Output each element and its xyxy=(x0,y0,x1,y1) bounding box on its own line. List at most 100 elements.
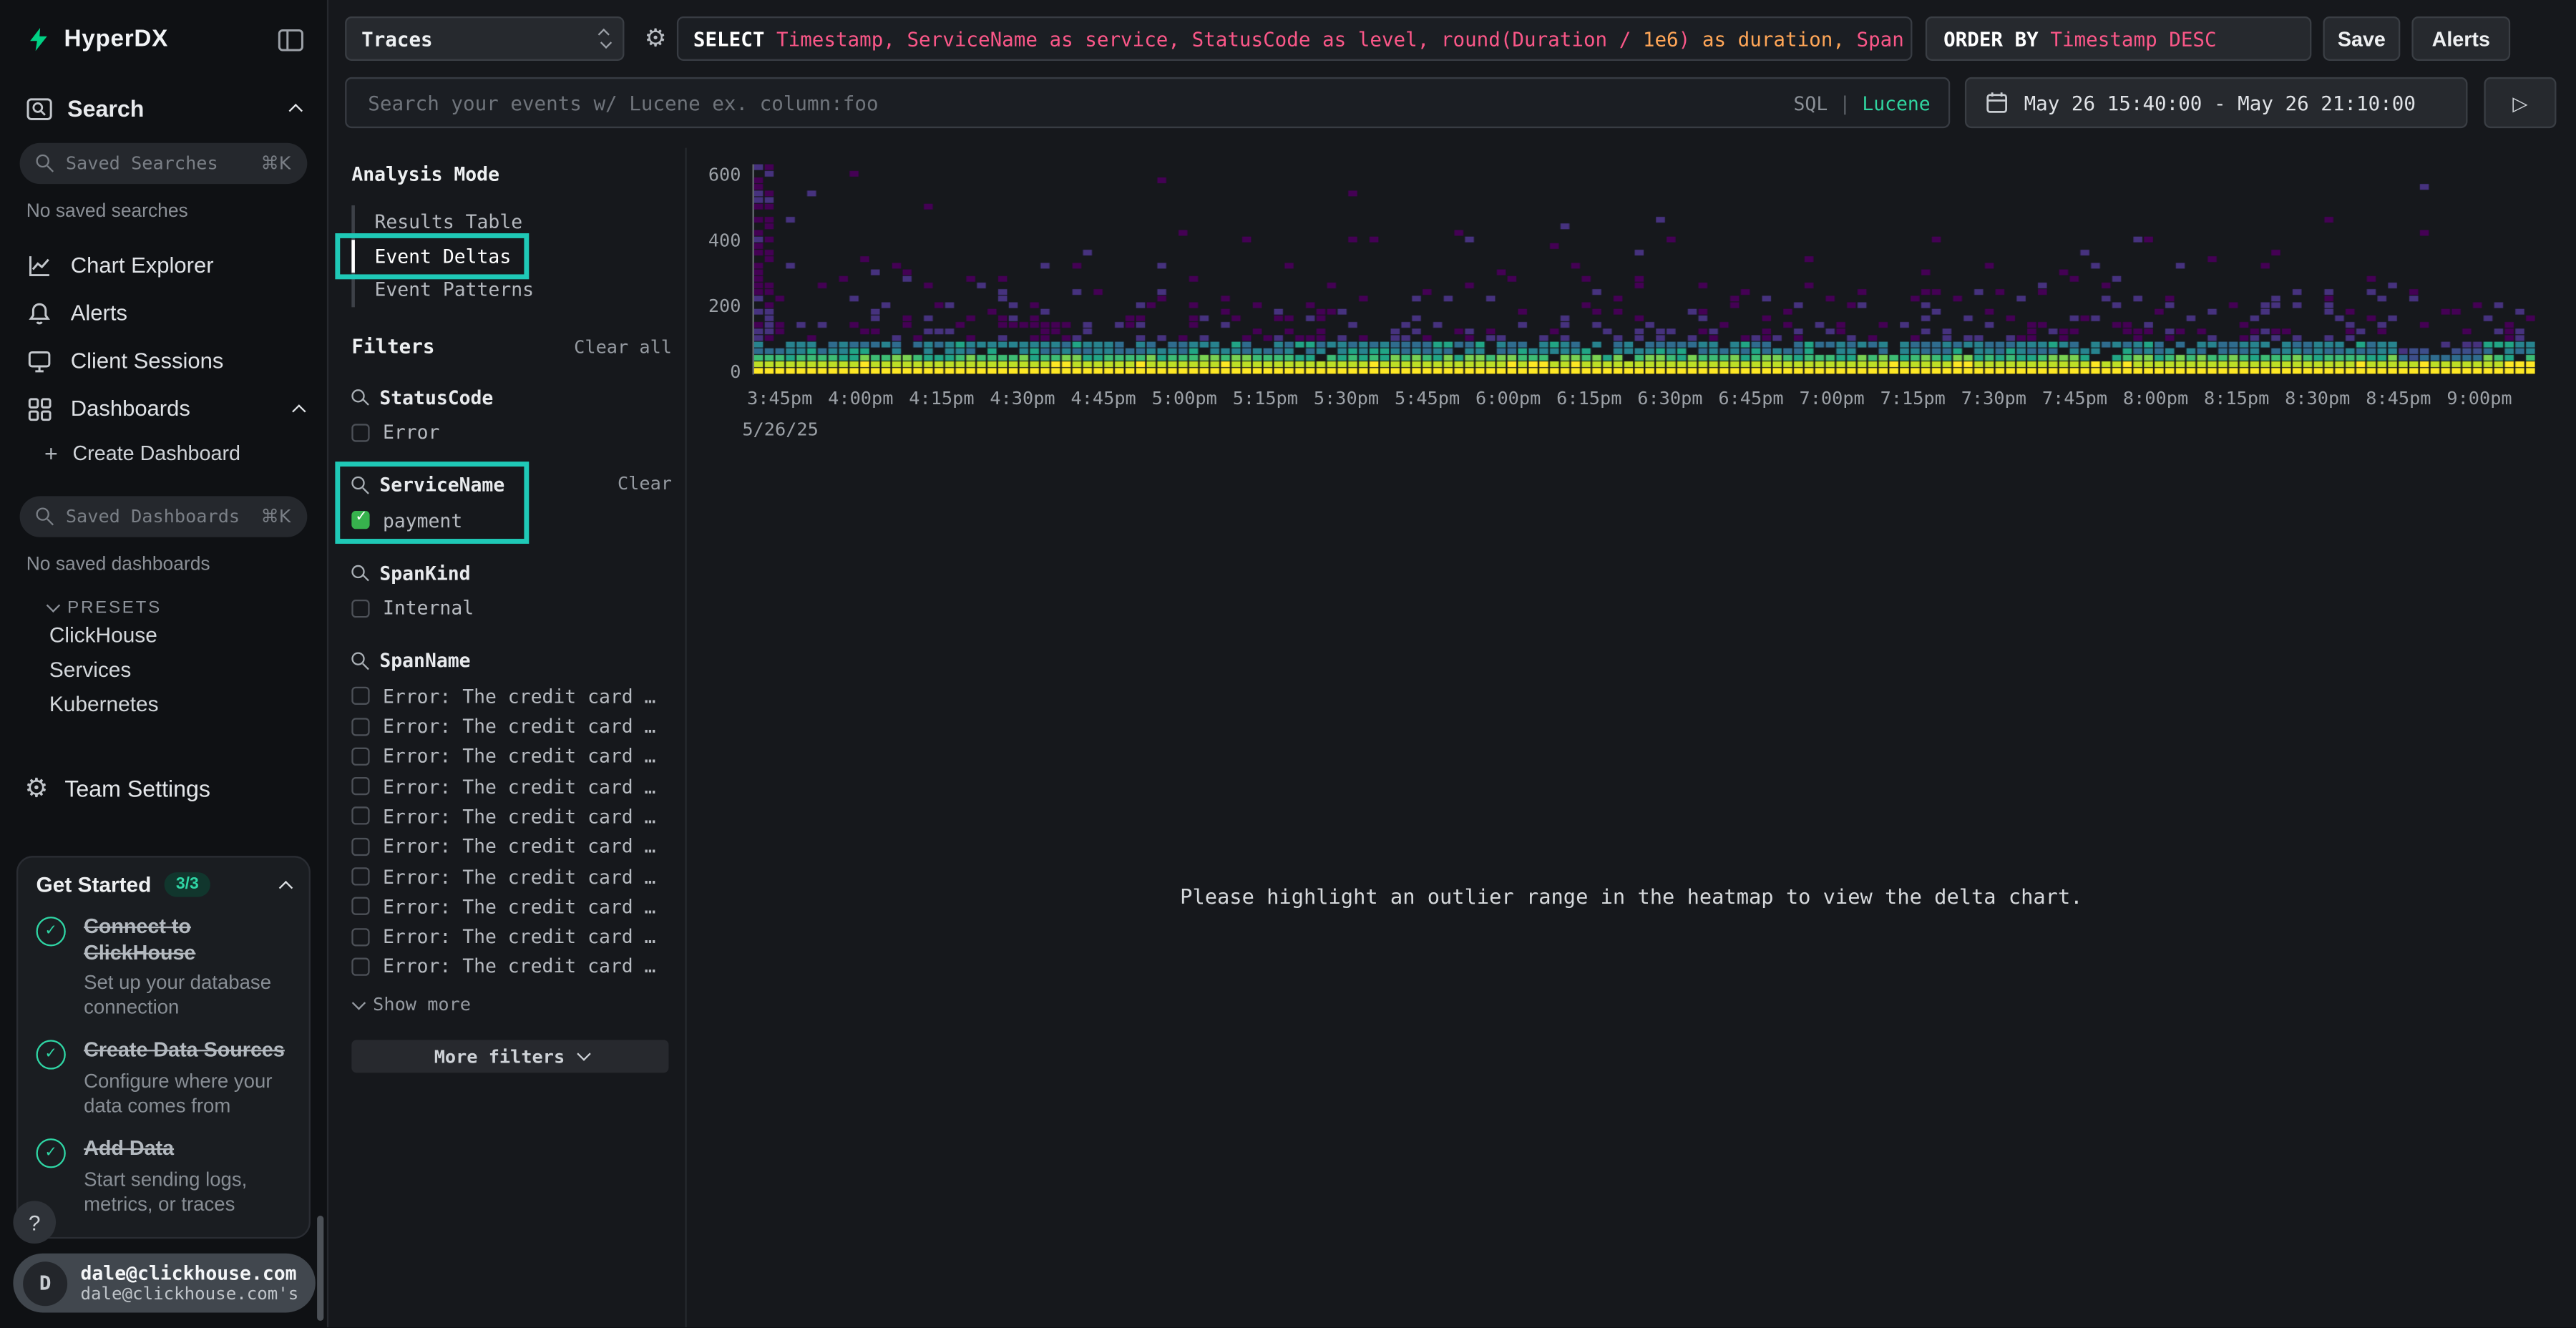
x-axis-tick: 7:15pm xyxy=(1873,388,1953,409)
language-toggle: SQL | Lucene xyxy=(1794,91,1931,114)
live-tail-button[interactable]: ▷ xyxy=(2484,77,2556,128)
sql-mode-toggle[interactable]: SQL xyxy=(1794,91,1828,114)
checkbox[interactable] xyxy=(351,867,369,885)
sidebar-item-label: Alerts xyxy=(71,301,127,325)
checkbox[interactable] xyxy=(351,957,369,975)
event-search-input[interactable] xyxy=(365,89,1794,116)
checkbox[interactable] xyxy=(351,927,369,945)
sql-select-input[interactable]: SELECT Timestamp, ServiceName as service… xyxy=(677,16,1913,61)
get-started-header[interactable]: Get Started 3/3 xyxy=(36,872,291,897)
clear-all-filters-link[interactable]: Clear all xyxy=(574,336,672,358)
app-header: HyperDX xyxy=(0,0,327,52)
x-axis-date-label: 5/26/25 xyxy=(742,419,818,440)
time-range-picker[interactable]: May 26 15:40:00 - May 26 21:10:00 xyxy=(1965,77,2468,128)
check-circle-icon: ✓ xyxy=(36,917,66,946)
y-axis-tick: 600 xyxy=(687,148,741,209)
sidebar-item-team-settings[interactable]: ⚙ Team Settings xyxy=(0,764,327,812)
heatmap-canvas[interactable] xyxy=(754,165,2537,375)
saved-searches-input[interactable]: Saved Searches ⌘K xyxy=(20,143,308,184)
search-section-header[interactable]: Search xyxy=(0,52,327,121)
user-email: dale@clickhouse.com xyxy=(80,1262,298,1285)
checkbox[interactable] xyxy=(351,599,369,617)
checkbox[interactable] xyxy=(351,897,369,915)
user-menu[interactable]: D dale@clickhouse.com dale@clickhouse.co… xyxy=(13,1254,315,1314)
filter-options: Error xyxy=(351,420,672,446)
filter-option[interactable]: Error: The credit card … xyxy=(351,954,672,980)
filter-option[interactable]: Error: The credit card … xyxy=(351,804,672,829)
sidebar-item-alerts[interactable]: Alerts xyxy=(0,289,327,337)
filter-option[interactable]: Error: The credit card … xyxy=(351,864,672,889)
filter-group-header[interactable]: SpanName xyxy=(351,649,672,672)
source-select[interactable]: Traces xyxy=(345,16,624,61)
get-started-item-desc: Set up your database connection xyxy=(84,971,291,1020)
presets-toggle[interactable]: PRESETS xyxy=(46,598,327,618)
analysis-mode-label: Analysis Mode xyxy=(351,162,672,185)
checkbox[interactable] xyxy=(351,837,369,855)
dashboards-grid-icon xyxy=(26,395,53,421)
get-started-item-title: Create Data Sources xyxy=(84,1039,291,1065)
x-axis-tick: 8:45pm xyxy=(2358,388,2439,409)
get-started-item[interactable]: ✓ Connect to ClickHouse Set up your data… xyxy=(36,915,291,1021)
checkbox[interactable] xyxy=(351,717,369,735)
x-axis-tick: 6:30pm xyxy=(1629,388,1710,409)
save-button[interactable]: Save xyxy=(2323,16,2400,61)
presets-label: PRESETS xyxy=(67,598,162,618)
x-axis-tick: 7:30pm xyxy=(1953,388,2034,409)
filter-group-spanname: SpanName Error: The credit card … Error:… xyxy=(351,649,672,1015)
get-started-item[interactable]: ✓ Create Data Sources Configure where yo… xyxy=(36,1039,291,1119)
get-started-item[interactable]: ✓ Add Data Start sending logs, metrics, … xyxy=(36,1136,291,1216)
filter-option[interactable]: Error: The credit card … xyxy=(351,834,672,859)
filter-option[interactable]: Error: The credit card … xyxy=(351,773,672,799)
filter-option[interactable]: Error: The credit card … xyxy=(351,743,672,769)
chart-pane: 6004002000 3:45pm4:00pm4:15pm4:30pm4:45p… xyxy=(687,148,2576,1328)
sidebar-scrollbar[interactable] xyxy=(317,1216,323,1322)
order-by-input[interactable]: ORDER BY Timestamp DESC xyxy=(1926,16,2312,61)
x-axis-tick: 8:00pm xyxy=(2115,388,2196,409)
preset-item[interactable]: ClickHouse xyxy=(0,617,327,652)
alerts-button[interactable]: Alerts xyxy=(2411,16,2510,61)
checkbox[interactable] xyxy=(351,512,369,529)
filter-option[interactable]: payment xyxy=(351,507,672,533)
filter-option[interactable]: Error: The credit card … xyxy=(351,683,672,709)
filter-group-header[interactable]: StatusCode xyxy=(351,385,672,408)
filter-option[interactable]: Internal xyxy=(351,595,672,621)
hyperdx-logo-icon xyxy=(26,26,51,53)
analysis-mode-option[interactable]: Results Table xyxy=(351,205,672,239)
magnifier-icon xyxy=(36,155,54,172)
checkbox[interactable] xyxy=(351,424,369,441)
sidebar-item-dashboards[interactable]: Dashboards xyxy=(0,384,327,432)
time-range-value: May 26 15:40:00 - May 26 21:10:00 xyxy=(2024,91,2416,114)
topbar: Traces ⚙ SELECT Timestamp, ServiceName a… xyxy=(328,0,2576,148)
source-settings-button[interactable]: ⚙ xyxy=(634,16,677,61)
sidebar-item-label: Client Sessions xyxy=(71,348,224,373)
calendar-icon xyxy=(1984,90,2009,114)
analysis-mode-option[interactable]: Event Deltas xyxy=(351,239,672,273)
preset-item[interactable]: Kubernetes xyxy=(0,687,327,721)
filter-option[interactable]: Error: The credit card … xyxy=(351,713,672,739)
x-axis-tick: 7:45pm xyxy=(2034,388,2115,409)
preset-item[interactable]: Services xyxy=(0,652,327,686)
filter-options: Error: The credit card … Error: The cred… xyxy=(351,683,672,980)
show-more-link[interactable]: Show more xyxy=(351,994,672,1015)
checkbox[interactable] xyxy=(351,807,369,825)
chevron-down-icon xyxy=(47,599,60,612)
get-started-item-title: Connect to ClickHouse xyxy=(84,915,291,967)
filter-option[interactable]: Error: The credit card … xyxy=(351,894,672,919)
create-dashboard-button[interactable]: + Create Dashboard xyxy=(0,432,327,475)
more-filters-button[interactable]: More filters xyxy=(351,1040,668,1073)
lucene-mode-toggle[interactable]: Lucene xyxy=(1862,91,1930,114)
checkbox[interactable] xyxy=(351,687,369,705)
sidebar-item-chart-explorer[interactable]: Chart Explorer xyxy=(0,241,327,289)
sidebar-item-client-sessions[interactable]: Client Sessions xyxy=(0,337,327,385)
analysis-mode-option[interactable]: Event Patterns xyxy=(351,273,672,306)
checkbox[interactable] xyxy=(351,777,369,795)
filter-option[interactable]: Error xyxy=(351,420,672,446)
checkbox[interactable] xyxy=(351,747,369,765)
filter-option[interactable]: Error: The credit card … xyxy=(351,924,672,949)
filter-group-header[interactable]: SpanKind xyxy=(351,561,672,584)
sidebar-collapse-icon[interactable] xyxy=(278,27,304,52)
clear-filter-link[interactable]: Clear xyxy=(618,473,672,494)
magnifier-icon xyxy=(351,652,368,668)
saved-dashboards-input[interactable]: Saved Dashboards ⌘K xyxy=(20,496,308,537)
magnifier-icon xyxy=(36,507,54,525)
